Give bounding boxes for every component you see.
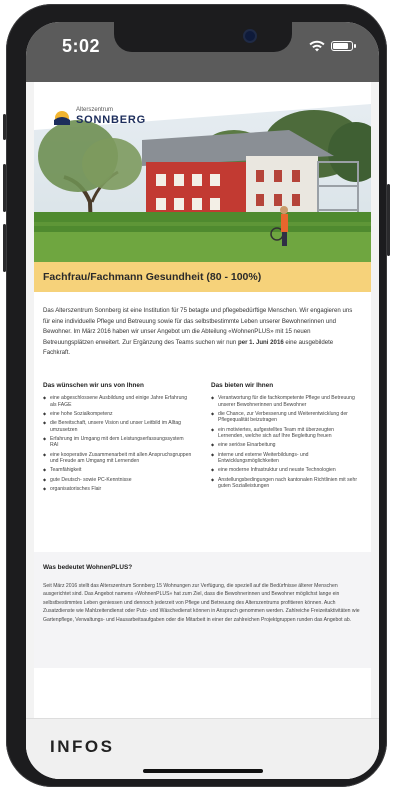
wishes-list: eine abgeschlossene Ausbildung und einig… — [43, 395, 193, 492]
intro-date: per 1. Juni 2016 — [238, 338, 284, 346]
camera-icon — [245, 31, 255, 41]
infos-heading: INFOS — [50, 737, 115, 756]
offers-list: Verantwortung für die fachkompetente Pfl… — [211, 395, 361, 490]
offers-heading: Das bieten wir Ihnen — [211, 382, 274, 389]
list-item: interne und externe Weiterbildungs- und … — [211, 452, 361, 465]
logo: Alterszentrum SONNBERG — [52, 106, 146, 126]
volume-down-button — [3, 224, 6, 272]
list-item: eine hohe Sozialkompetenz — [43, 411, 193, 418]
job-title-bar: Fachfrau/Fachmann Gesundheit (80 - 100%) — [34, 262, 371, 292]
logo-subtitle: Alterszentrum — [76, 106, 114, 113]
page[interactable]: Alterszentrum SONNBERG Fachfrau/Fachmann… — [26, 82, 379, 779]
phone-frame: 5:02 Alterszentrum SONNBERG Fachfrau/Fac… — [3, 4, 390, 787]
list-item: die Chance, zur Verbesserung und Weitere… — [211, 411, 361, 424]
home-indicator[interactable] — [143, 769, 263, 773]
list-item: eine kooperative Zusammenarbeit mit alle… — [43, 452, 193, 465]
list-item: Erfahrung im Umgang mit dem Leistungserf… — [43, 436, 193, 449]
power-button — [387, 184, 390, 256]
wishes-heading: Das wünschen wir uns von Ihnen — [43, 382, 144, 389]
list-item: ein motiviertes, aufgestelltes Team mit … — [211, 427, 361, 440]
sun-logo-icon — [54, 111, 70, 125]
mute-switch — [3, 114, 6, 140]
job-title: Fachfrau/Fachmann Gesundheit (80 - 100%) — [43, 271, 262, 283]
wohnenplus-section: Was bedeutet WohnenPLUS? Seit März 2016 … — [34, 552, 371, 668]
wohnenplus-heading: Was bedeutet WohnenPLUS? — [43, 564, 133, 571]
list-item: die Bereitschaft, unsere Vision und unse… — [43, 420, 193, 433]
list-item: eine abgeschlossene Ausbildung und einig… — [43, 395, 193, 408]
list-item: gute Deutsch- sowie PC-Kenntnisse — [43, 477, 193, 484]
list-item: Teamfähigkeit — [43, 467, 193, 474]
status-icons — [309, 40, 356, 52]
intro-text: Das Alterszentrum Sonnberg ist eine Inst… — [43, 306, 361, 359]
list-item: Anstellungsbedingungen nach kantonalen R… — [211, 477, 361, 490]
notch — [114, 22, 292, 52]
screen: 5:02 Alterszentrum SONNBERG Fachfrau/Fac… — [26, 22, 379, 779]
list-item: Verantwortung für die fachkompetente Pfl… — [211, 395, 361, 408]
list-item: eine seriöse Einarbeitung — [211, 442, 361, 449]
offers-column: Das bieten wir Ihnen Verantwortung für d… — [211, 382, 361, 492]
list-item: organisatorisches Flair — [43, 486, 193, 493]
status-bar: 5:02 — [26, 22, 379, 82]
logo-title: SONNBERG — [76, 113, 146, 126]
status-time: 5:02 — [62, 36, 101, 56]
hero-image: Alterszentrum SONNBERG — [34, 82, 371, 262]
wohnenplus-text: Seit März 2016 stellt das Alterszentrum … — [43, 583, 360, 623]
list-item: eine moderne Infrastruktur und neuste Te… — [211, 467, 361, 474]
job-card: Alterszentrum SONNBERG Fachfrau/Fachmann… — [34, 82, 371, 718]
wifi-icon — [309, 40, 325, 52]
battery-icon — [331, 41, 356, 51]
wishes-column: Das wünschen wir uns von Ihnen eine abge… — [43, 382, 193, 495]
volume-up-button — [3, 164, 6, 212]
